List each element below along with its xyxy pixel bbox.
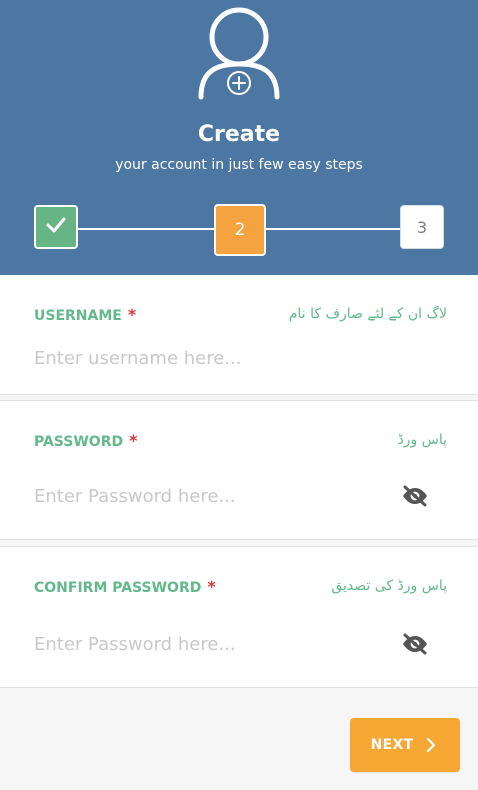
step-3-upcoming: 3 [400,205,444,249]
username-label: USERNAME * [34,305,136,326]
password-field-group: PASSWORD * پاس ورڈ [0,400,478,540]
next-button-label: NEXT [370,737,414,753]
username-input[interactable] [34,343,384,373]
username-label-text: USERNAME [34,308,122,324]
username-urdu-label: لاگ ان کے لئے صارف کا نام [288,306,447,322]
required-marker: * [127,305,137,324]
password-label-text: PASSWORD [34,434,124,450]
confirm-password-input[interactable] [34,629,384,659]
confirm-password-urdu-label: پاس ورڈ کی تصدیق [331,578,447,594]
step-2-active: 2 [214,204,266,256]
confirm-password-label-text: CONFIRM PASSWORD [34,580,202,596]
password-label: PASSWORD * [34,431,137,452]
password-input[interactable] [34,481,384,511]
page-title: Create [197,122,281,147]
username-field-group: USERNAME * لاگ ان کے لئے صارف کا نام [0,275,478,395]
step-1-completed [34,205,78,249]
confirm-password-label: CONFIRM PASSWORD * [34,577,216,598]
eye-off-icon[interactable] [398,627,432,661]
page-subtitle: your account in just few easy steps [115,157,363,173]
chevron-right-icon [423,737,439,753]
progress-stepper: 2 3 [34,204,447,256]
eye-off-icon[interactable] [398,479,432,513]
next-button[interactable]: NEXT [350,718,460,772]
required-marker: * [207,577,216,596]
header-banner: Create your account in just few easy ste… [0,0,478,275]
required-marker: * [129,431,138,450]
user-add-icon [196,2,282,102]
check-icon [45,216,67,238]
confirm-password-field-group: CONFIRM PASSWORD * پاس ورڈ کی تصدیق [0,546,478,688]
password-urdu-label: پاس ورڈ [397,432,447,448]
